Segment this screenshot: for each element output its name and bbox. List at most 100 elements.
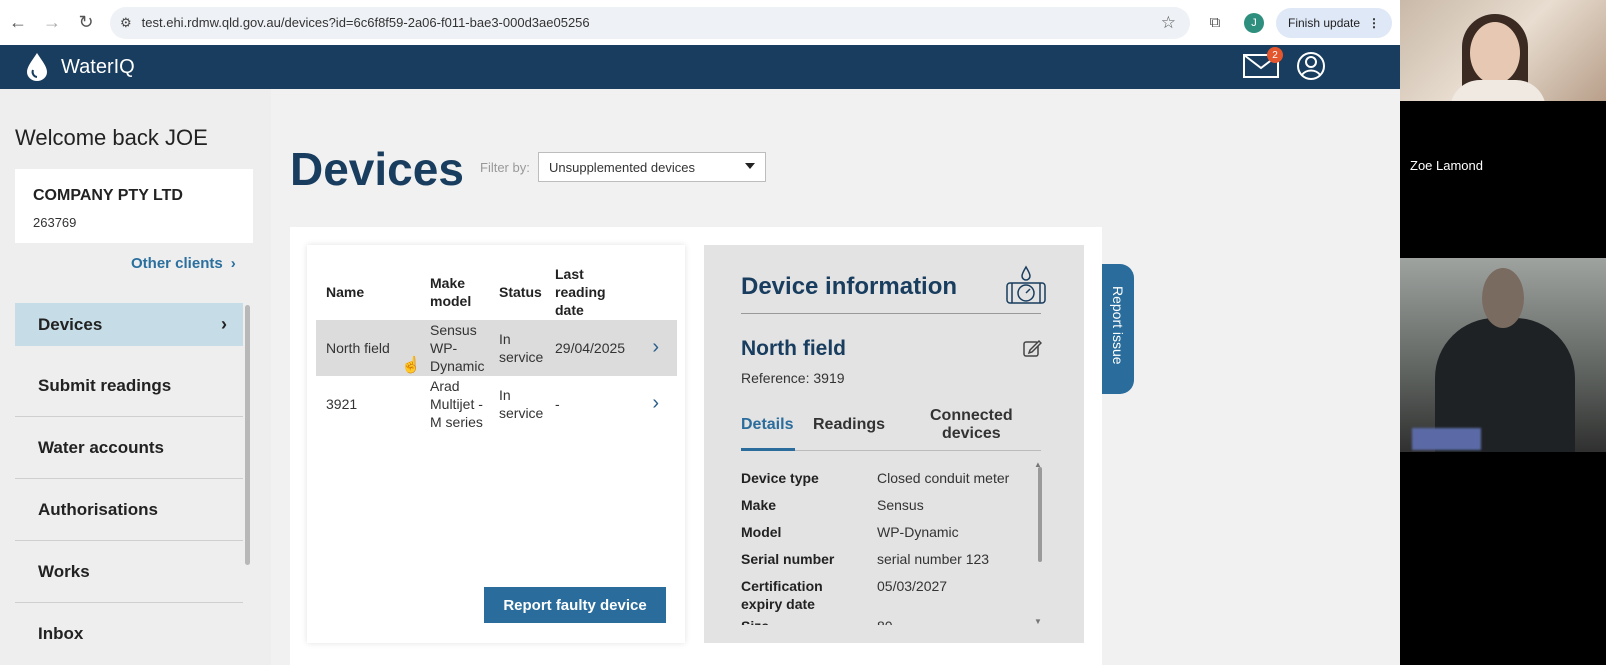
row-status: In service <box>499 330 543 366</box>
device-information-card: Device information North field Reference… <box>704 245 1084 643</box>
reload-icon[interactable]: ↻ <box>70 7 102 39</box>
browser-toolbar: ← → ↻ ⚙ test.ehi.rdmw.qld.gov.au/devices… <box>0 0 1400 45</box>
finish-update-label: Finish update <box>1288 15 1361 30</box>
site-settings-icon[interactable]: ⚙ <box>120 15 132 31</box>
participant-video-tile[interactable] <box>1400 258 1606 452</box>
row-make-line: WP- <box>430 340 458 356</box>
tab-connected-line: Connected <box>930 407 1013 424</box>
column-header-last-line: reading <box>555 284 606 300</box>
sidebar-nav: Devices › Submit readings Water accounts… <box>15 303 243 665</box>
row-status-line: service <box>499 349 544 365</box>
device-details-list: Device type Closed conduit meter Make Se… <box>741 463 1031 625</box>
participant-face <box>1470 22 1520 84</box>
browser-window: ← → ↻ ⚙ test.ehi.rdmw.qld.gov.au/devices… <box>0 0 1400 665</box>
row-make-model: Arad Multijet - M series <box>430 377 483 431</box>
detail-value: Sensus <box>877 497 924 513</box>
device-list-card: Name Make model Status Last reading date… <box>307 245 685 643</box>
device-reference: Reference: 3919 <box>741 370 845 386</box>
detail-value: WP-Dynamic <box>877 524 959 540</box>
detail-value: 80 <box>877 617 893 625</box>
row-status-line: In <box>499 387 511 403</box>
extensions-icon[interactable]: ⧉ <box>1200 8 1230 38</box>
tab-details[interactable]: Details <box>741 416 793 434</box>
sidebar-item-works[interactable]: Works <box>15 541 243 603</box>
water-meter-icon <box>1006 265 1046 304</box>
user-account-icon[interactable] <box>1296 51 1326 81</box>
column-header-make-line: Make <box>430 275 466 291</box>
sidebar-item-label: Inbox <box>38 624 84 643</box>
participant-name: Zoe Lamond <box>1410 158 1483 173</box>
table-row[interactable]: North field Sensus WP- Dynamic In servic… <box>316 320 677 376</box>
sidebar-scrollbar[interactable] <box>245 305 250 565</box>
app-header: WaterIQ 2 <box>0 45 1400 89</box>
finish-update-button[interactable]: Finish update ⋮ <box>1276 7 1393 38</box>
filter-label: Filter by: <box>480 160 530 175</box>
sidebar-item-water-accounts[interactable]: Water accounts <box>15 417 243 479</box>
forward-icon[interactable]: → <box>36 7 68 39</box>
sidebar-item-label: Devices <box>38 314 103 334</box>
sidebar-item-label: Authorisations <box>38 499 158 519</box>
sidebar: Welcome back JOE COMPANY PTY LTD 263769 … <box>0 89 271 665</box>
detail-value: serial number 123 <box>877 551 990 567</box>
tab-readings[interactable]: Readings <box>813 416 885 434</box>
sidebar-item-label: Works <box>38 561 90 581</box>
address-bar[interactable]: ⚙ test.ehi.rdmw.qld.gov.au/devices?id=6c… <box>110 6 1190 39</box>
dropdown-caret-icon <box>745 163 755 169</box>
participant-name-blurred <box>1412 428 1482 450</box>
tab-connected-devices[interactable]: Connected devices <box>930 407 1013 443</box>
hand-cursor-icon: ☝ <box>401 357 421 374</box>
detail-label-line: expiry date <box>741 596 815 612</box>
bookmark-star-icon[interactable]: ☆ <box>1161 13 1176 33</box>
report-faulty-device-button[interactable]: Report faulty device <box>484 587 666 623</box>
filter-select[interactable]: Unsupplemented devices <box>538 152 766 182</box>
row-make-line: Multijet - <box>430 396 483 412</box>
other-clients-link[interactable]: Other clients › <box>131 255 236 272</box>
app-title[interactable]: WaterIQ <box>61 56 135 79</box>
chevron-right-icon[interactable]: › <box>652 336 659 359</box>
row-status-line: In <box>499 331 511 347</box>
row-name: 3921 <box>326 396 358 412</box>
row-make-line: M series <box>430 414 483 430</box>
table-row[interactable]: 3921 Arad Multijet - M series In service… <box>316 376 677 432</box>
detail-label: Serial number <box>741 551 835 567</box>
sidebar-item-submit-readings[interactable]: Submit readings <box>15 355 243 417</box>
detail-value: Closed conduit meter <box>877 470 1010 486</box>
row-status: In service <box>499 386 543 422</box>
mail-button[interactable]: 2 <box>1243 47 1283 81</box>
chevron-right-icon: › <box>230 255 236 272</box>
row-make-line: Arad <box>430 378 460 394</box>
active-tab-indicator <box>741 448 795 451</box>
participant-head <box>1482 268 1524 328</box>
device-name: North field <box>741 337 846 360</box>
chevron-right-icon: › <box>221 314 227 334</box>
url-text: test.ehi.rdmw.qld.gov.au/devices?id=6c6f… <box>141 15 590 30</box>
detail-label: Device type <box>741 470 819 486</box>
column-header-last-line: date <box>555 302 584 318</box>
detail-label: Certification expiry date <box>741 577 861 613</box>
report-issue-label: Report issue <box>1110 286 1126 365</box>
column-header-last-line: Last <box>555 266 584 282</box>
row-make-line: Dynamic <box>430 358 485 374</box>
column-header-name: Name <box>326 284 365 300</box>
row-status-line: service <box>499 405 544 421</box>
detail-label-line: Certification <box>741 578 823 594</box>
divider <box>741 313 1041 314</box>
participant-video-tile[interactable] <box>1400 0 1606 101</box>
mail-count-badge: 2 <box>1267 47 1283 63</box>
edit-icon[interactable] <box>1022 338 1042 358</box>
water-drop-logo-icon[interactable] <box>25 52 49 82</box>
column-header-make-line: model <box>430 293 472 309</box>
chevron-right-icon[interactable]: › <box>652 392 659 415</box>
participant-body <box>1450 80 1546 101</box>
video-call-panel: Zoe Lamond <box>1400 0 1606 665</box>
details-scrollbar[interactable] <box>1038 467 1042 562</box>
back-icon[interactable]: ← <box>2 7 34 39</box>
row-last-reading: - <box>555 396 560 412</box>
profile-avatar[interactable]: J <box>1244 12 1264 33</box>
sidebar-item-inbox[interactable]: Inbox <box>15 603 243 665</box>
sidebar-item-devices[interactable]: Devices › <box>15 303 243 346</box>
scroll-down-icon[interactable]: ▼ <box>1034 617 1042 626</box>
report-issue-tab[interactable]: Report issue <box>1102 264 1134 394</box>
detail-label: Make <box>741 497 777 513</box>
sidebar-item-authorisations[interactable]: Authorisations <box>15 479 243 541</box>
